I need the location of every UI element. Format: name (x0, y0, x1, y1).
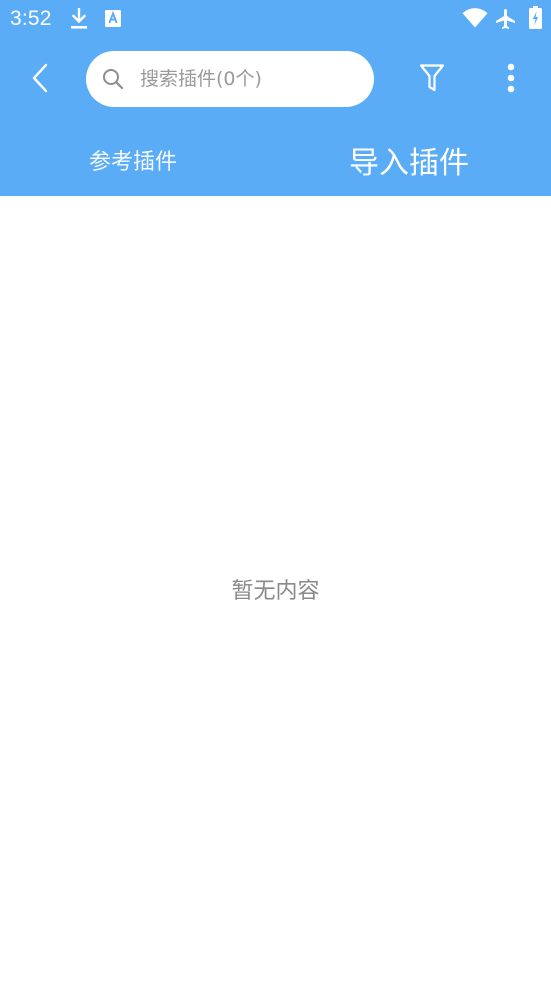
battery-charging-icon (529, 6, 542, 33)
search-box[interactable] (86, 51, 374, 107)
search-input[interactable] (140, 61, 360, 97)
font-a-icon (105, 10, 121, 31)
airplane-mode-icon (494, 7, 518, 35)
search-icon (101, 67, 125, 95)
status-time: 3:52 (10, 7, 52, 30)
filter-button[interactable] (409, 57, 455, 103)
tab-reference-plugins[interactable]: 参考插件 (89, 144, 177, 176)
tab-import-plugins[interactable]: 导入插件 (349, 138, 469, 182)
chevron-left-icon (31, 63, 49, 97)
app-header: 3:52 搜索插件(0个) 参考插件 导入插件 (0, 0, 551, 196)
download-icon (69, 7, 89, 34)
back-button[interactable] (18, 58, 62, 102)
more-options-button[interactable] (490, 57, 532, 103)
filter-icon (419, 63, 445, 97)
more-vertical-icon (507, 63, 515, 97)
empty-state-text: 暂无内容 (231, 579, 320, 604)
status-bar: 3:52 (0, 0, 551, 40)
wifi-icon (462, 8, 488, 32)
